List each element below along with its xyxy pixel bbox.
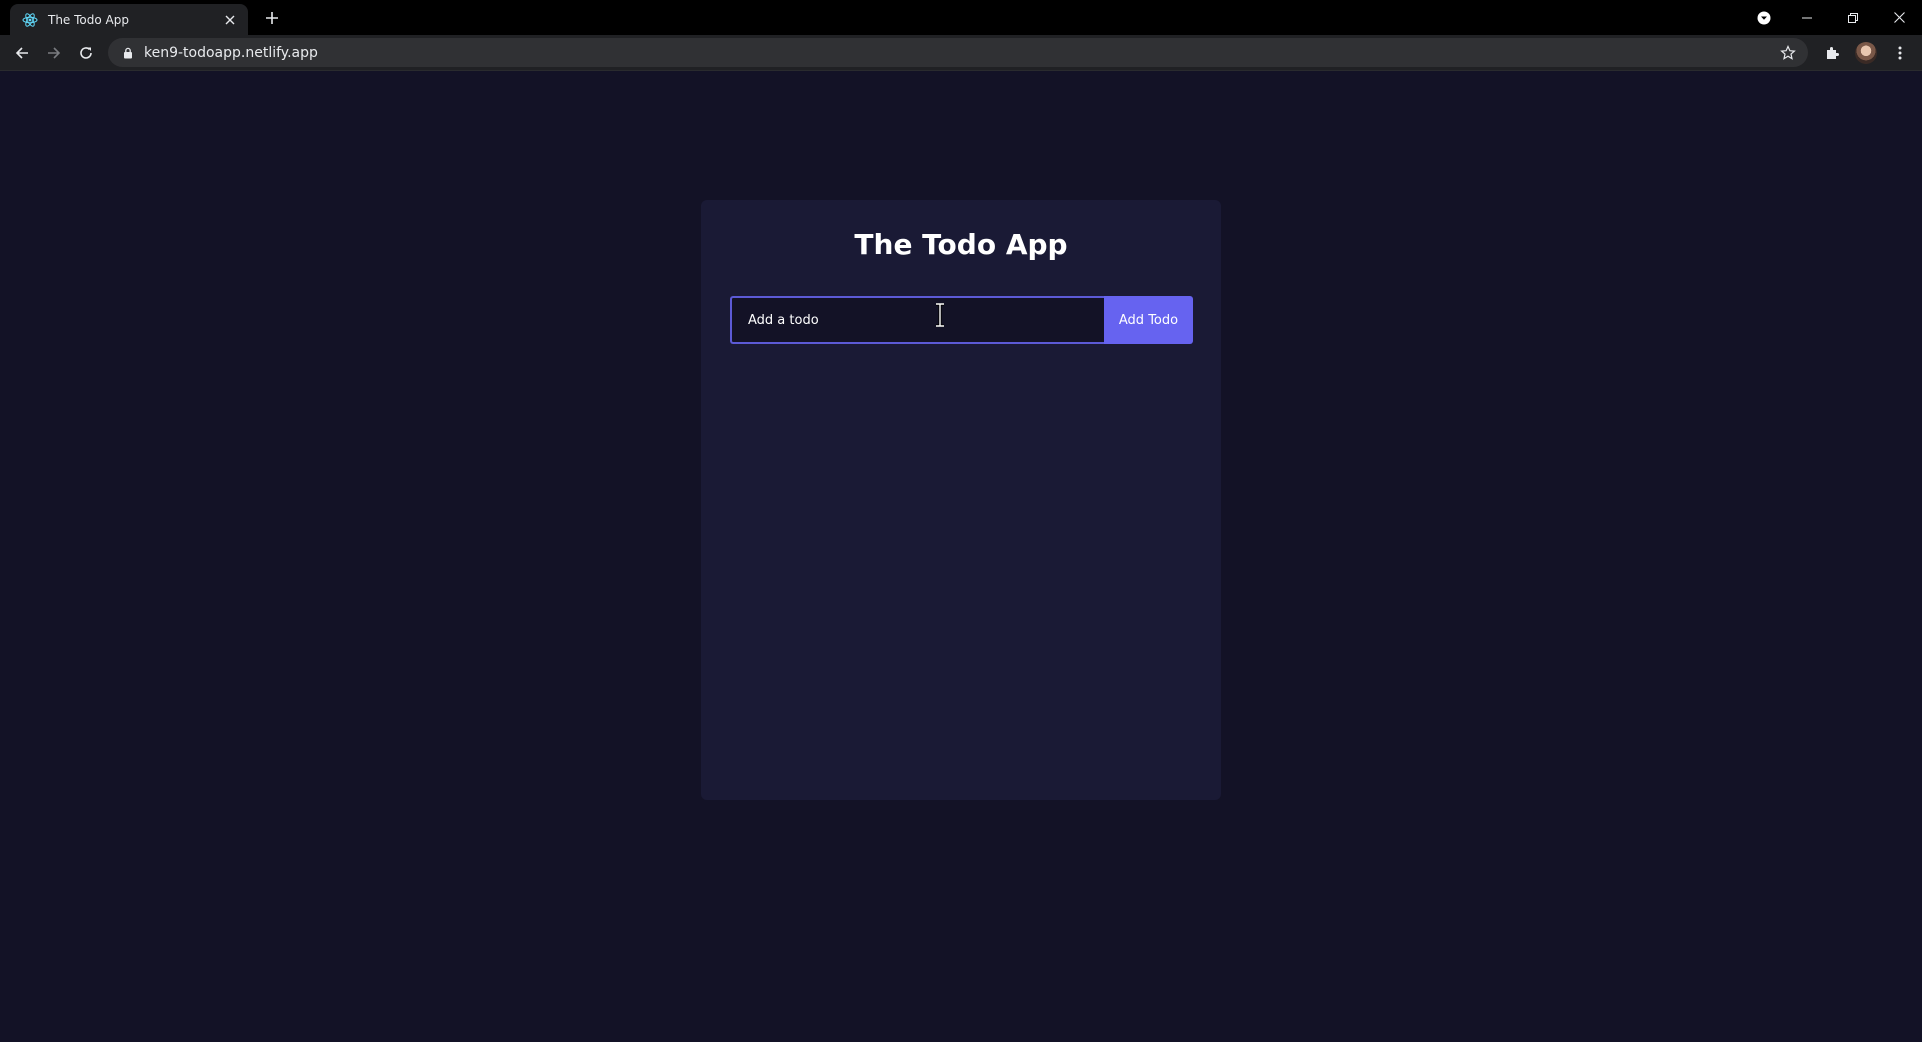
arrow-right-icon (48, 46, 61, 59)
todo-card: The Todo App Add Todo (701, 200, 1221, 800)
todo-input[interactable] (730, 296, 1104, 344)
minimize-button[interactable] (1784, 0, 1830, 35)
forward-button[interactable] (40, 39, 68, 67)
lock-icon[interactable] (122, 47, 134, 59)
add-todo-button[interactable]: Add Todo (1104, 296, 1193, 344)
toolbar-actions (1818, 39, 1914, 67)
plus-icon (266, 12, 278, 24)
back-button[interactable] (8, 39, 36, 67)
chevron-down-circle-icon (1757, 11, 1771, 24)
add-todo-form: Add Todo (730, 296, 1193, 344)
restore-icon (1848, 12, 1858, 23)
address-bar[interactable]: ken9-todoapp.netlify.app (108, 38, 1808, 67)
arrow-left-icon (15, 46, 28, 59)
reload-button[interactable] (72, 39, 100, 67)
tab-title: The Todo App (48, 12, 129, 27)
page-viewport: The Todo App Add Todo (0, 71, 1922, 1042)
avatar (1855, 42, 1877, 64)
url-text[interactable]: ken9-todoapp.netlify.app (144, 45, 1774, 61)
react-icon (22, 12, 38, 28)
reload-icon (80, 46, 92, 59)
new-tab-button[interactable] (260, 6, 284, 30)
window-controls (1744, 0, 1922, 35)
browser-menu-button[interactable] (1886, 39, 1914, 67)
browser-toolbar: ken9-todoapp.netlify.app (0, 35, 1922, 71)
extensions-puzzle-icon[interactable] (1818, 39, 1846, 67)
browser-titlebar: The Todo App (0, 0, 1922, 35)
profile-avatar[interactable] (1852, 39, 1880, 67)
minimize-icon (1802, 17, 1812, 18)
kebab-menu-icon (1898, 46, 1902, 60)
close-icon (1893, 12, 1905, 23)
browser-tab[interactable]: The Todo App (10, 4, 248, 35)
close-tab-icon[interactable] (222, 12, 238, 28)
page-title: The Todo App (854, 228, 1068, 261)
tab-search-button[interactable] (1744, 0, 1784, 35)
close-window-button[interactable] (1876, 0, 1922, 35)
restore-button[interactable] (1830, 0, 1876, 35)
bookmark-star-icon[interactable] (1774, 39, 1802, 67)
